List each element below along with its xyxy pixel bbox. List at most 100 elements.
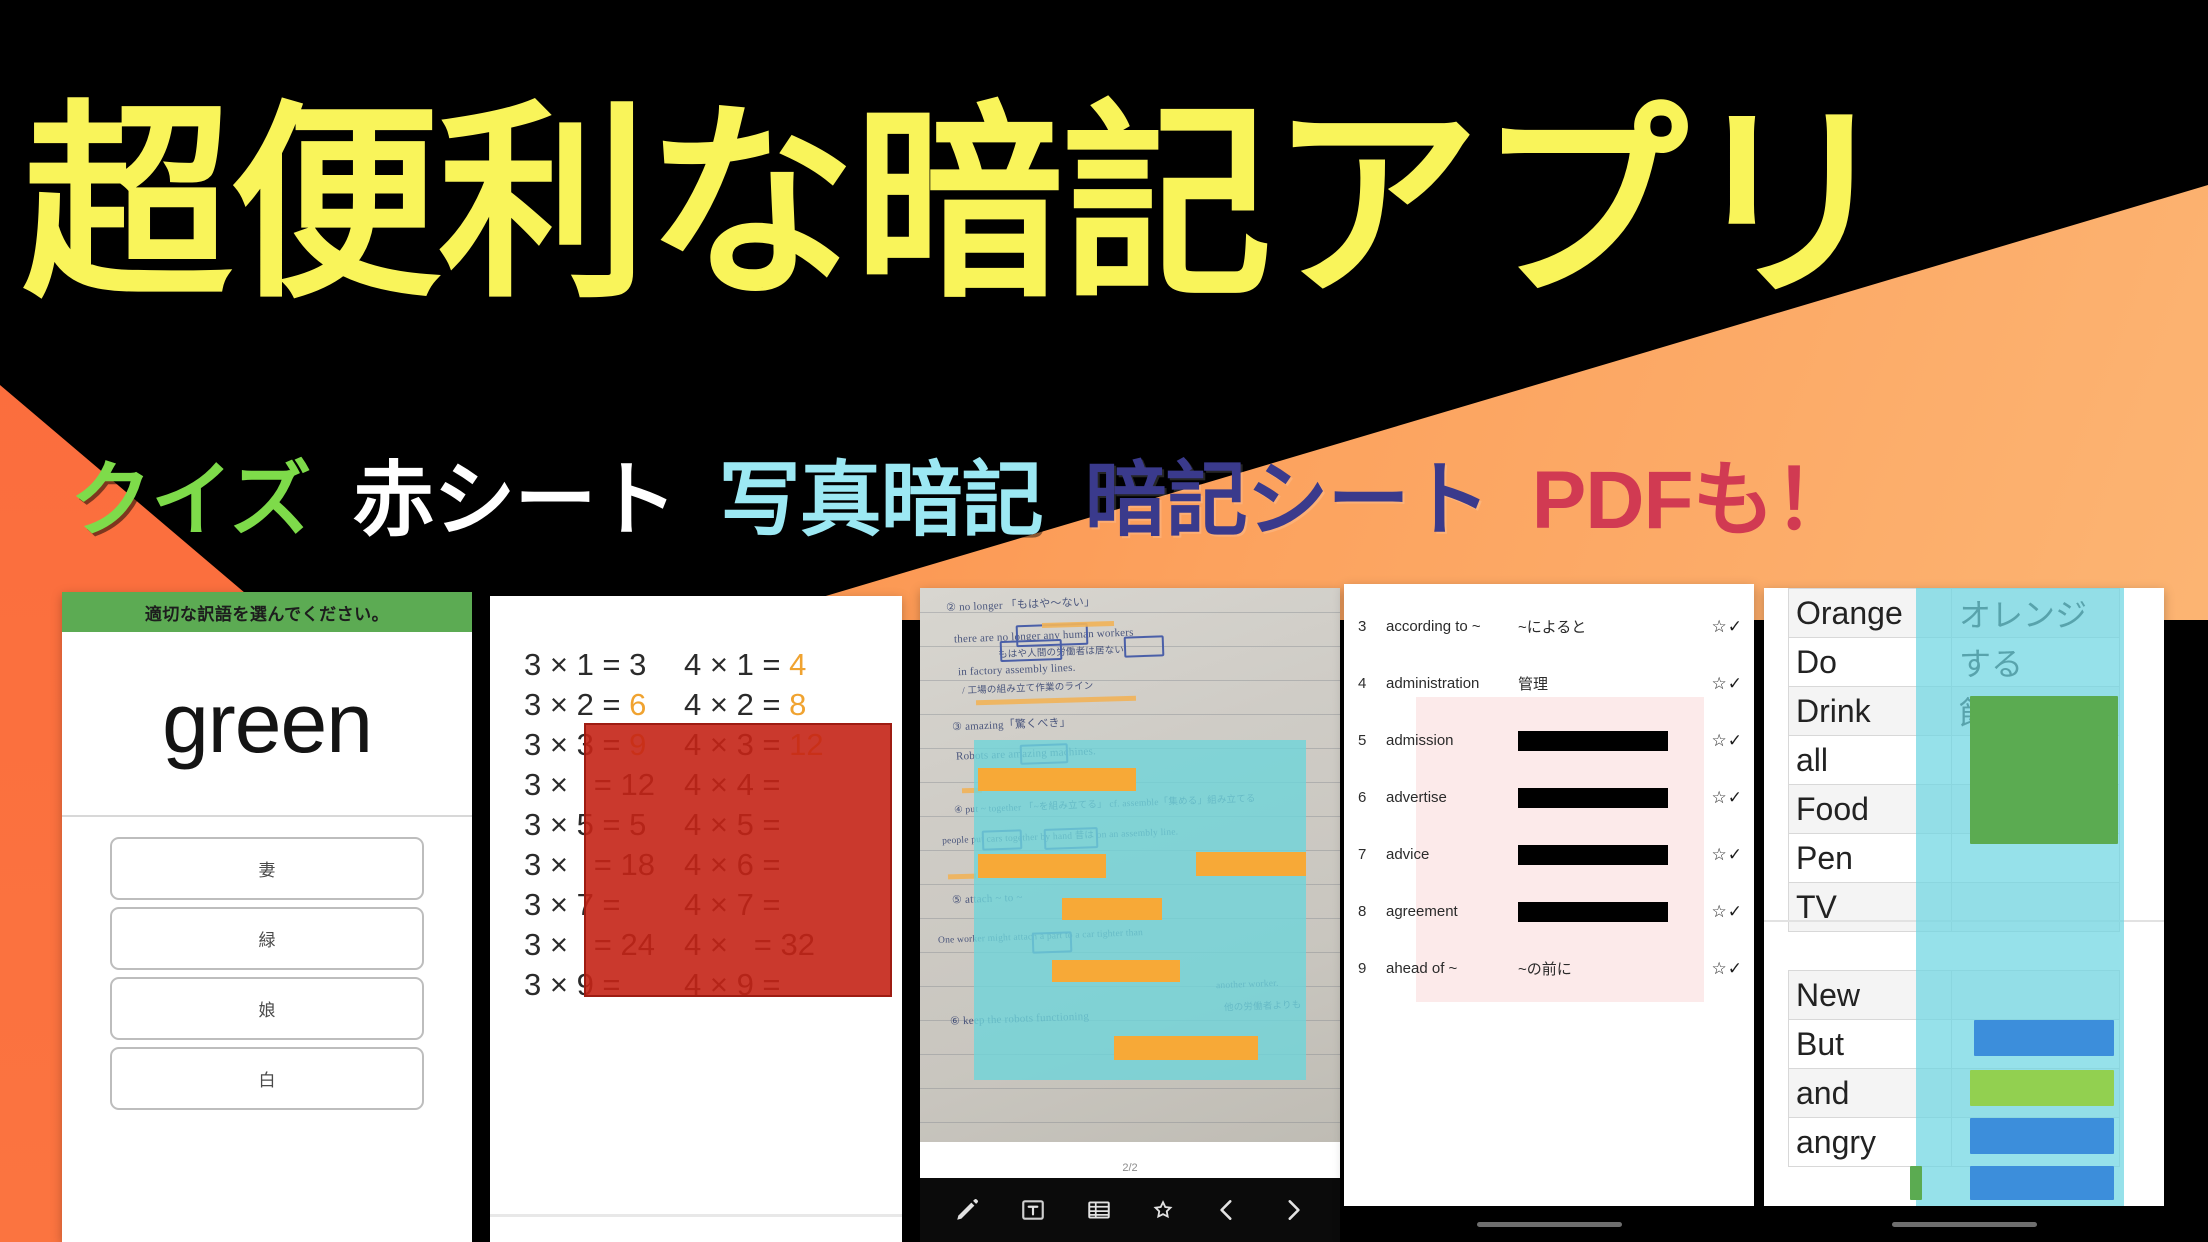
vocab-meaning: 管理 [1518, 676, 1549, 693]
vocab-row-marks: ☆ ✓ [1712, 845, 1743, 865]
mult-answer-left: 3 [629, 646, 647, 682]
notebook-photo[interactable]: ② no longer 「もはや〜ない」 there are no longer… [920, 588, 1340, 1142]
table-row[interactable]: 9 ahead of ~ ~の前に ☆ ✓ [1344, 940, 1754, 997]
pencil-icon[interactable] [954, 1197, 980, 1223]
mult-table-body: 3 × 1 = 3 4 × 1 = 4 3 × 2 = 6 4 × 2 = 83 × … [490, 596, 902, 1242]
feature-label-photo: 写真暗記 [718, 455, 1044, 546]
star-icon[interactable]: ☆ [1712, 674, 1727, 694]
check-icon[interactable]: ✓ [1728, 959, 1742, 979]
feature-label-memo-sheet: 暗記シート [1084, 455, 1491, 546]
star-icon[interactable]: ☆ [1712, 959, 1727, 979]
table-row[interactable]: 4 administration 管理 ☆ ✓ [1344, 655, 1754, 712]
page-title: 超便利な暗記アプリ [22, 87, 1896, 322]
star-icon[interactable]: ☆ [1712, 845, 1727, 865]
answer-bar[interactable] [1970, 1070, 2114, 1106]
vocab-row-marks: ☆ ✓ [1712, 731, 1743, 751]
vocab-term: according to ~ [1386, 618, 1481, 635]
vocab-row-marks: ☆ ✓ [1712, 959, 1743, 979]
check-icon[interactable]: ✓ [1728, 902, 1742, 922]
table-row[interactable]: 6 advertise ☆ ✓ [1344, 769, 1754, 826]
textbox-icon[interactable] [1020, 1197, 1046, 1223]
feature-subtitle-row: クイズ 赤シート 写真暗記 暗記シート PDFも！ [70, 448, 1856, 554]
home-bar [1891, 1221, 2037, 1227]
vocab-row-number: 8 [1358, 903, 1367, 920]
answer-bar[interactable] [1974, 1020, 2114, 1056]
answer-mask[interactable] [1062, 898, 1162, 920]
table-row[interactable]: 8 agreement ☆ ✓ [1344, 883, 1754, 940]
vocab-meaning [1518, 844, 1712, 865]
green-mask-block[interactable] [1970, 696, 2118, 844]
table-row[interactable]: 5 admission ☆ ✓ [1344, 712, 1754, 769]
table-row[interactable]: 3 according to ~ ~によると ☆ ✓ [1344, 598, 1754, 655]
answer-mask[interactable] [1052, 960, 1180, 982]
table-row[interactable]: 7 advice ☆ ✓ [1344, 826, 1754, 883]
meaning-mask[interactable] [1518, 730, 1668, 751]
answer-bar[interactable] [1970, 1118, 2114, 1154]
check-icon[interactable]: ✓ [1728, 788, 1742, 808]
quiz-word: green [162, 676, 373, 770]
meaning-mask[interactable] [1518, 901, 1668, 922]
next-icon[interactable] [1280, 1197, 1306, 1223]
answer-mask[interactable] [1114, 1036, 1258, 1060]
check-icon[interactable]: ✓ [1728, 674, 1742, 694]
vocab-row-marks: ☆ ✓ [1712, 674, 1743, 694]
vocab-meaning [1518, 730, 1712, 751]
feature-label-red-sheet: 赤シート [352, 455, 678, 546]
mult-answer-left: 6 [629, 686, 647, 722]
screenshot-photo-memo: ② no longer 「もはや〜ない」 there are no longer… [920, 588, 1340, 1242]
promo-banner: 超便利な暗記アプリ クイズ 赤シート 写真暗記 暗記シート PDFも！ 適切な訳… [0, 0, 2208, 1242]
star-icon[interactable]: ☆ [1712, 902, 1727, 922]
mult-answer-right: 8 [789, 686, 807, 722]
home-bar [1476, 1221, 1622, 1227]
vocab-row-number: 6 [1358, 789, 1367, 806]
star-icon[interactable]: ☆ [1712, 788, 1727, 808]
vocab-meaning: ~の前に [1518, 961, 1572, 978]
vocab-row-number: 5 [1358, 732, 1367, 749]
vocab-meaning: ~によると [1518, 619, 1587, 636]
screenshot-quiz: 適切な訳語を選んでください。 green 妻 緑 娘 白 [62, 592, 472, 1242]
check-icon[interactable]: ✓ [1728, 617, 1742, 637]
mult-expression-left: 3 × 2 = 6 [524, 686, 647, 722]
answer-mask[interactable] [1196, 852, 1306, 876]
page-indicator: 2/2 [920, 1162, 1340, 1176]
home-indicator-bar [1764, 1206, 2164, 1242]
vocab-row-marks: ☆ ✓ [1712, 902, 1743, 922]
vocab-term: administration [1386, 675, 1480, 692]
answer-bar[interactable] [1910, 1166, 1922, 1200]
quiz-option-1[interactable]: 妻 [110, 837, 424, 900]
mult-expression-left: 3 × 1 = 3 [524, 646, 647, 682]
quiz-option-2[interactable]: 緑 [110, 907, 424, 970]
feature-label-quiz: クイズ [70, 455, 312, 546]
cyan-column-overlay[interactable] [1916, 588, 2124, 1208]
prev-icon[interactable] [1214, 1197, 1240, 1223]
quiz-option-list: 妻 緑 娘 白 [62, 817, 472, 1110]
feature-label-pdf: PDFも！ [1531, 455, 1856, 546]
answer-mask[interactable] [978, 854, 1106, 878]
list-icon[interactable] [1086, 1197, 1112, 1223]
check-icon[interactable]: ✓ [1728, 845, 1742, 865]
answer-mask[interactable] [978, 768, 1136, 791]
handwriting-line: in factory assembly lines. [957, 661, 1076, 679]
check-icon[interactable]: ✓ [1728, 731, 1742, 751]
vocab-row-marks: ☆ ✓ [1712, 617, 1743, 637]
star-icon[interactable] [1152, 1199, 1174, 1221]
quiz-option-3[interactable]: 娘 [110, 977, 424, 1040]
star-icon[interactable]: ☆ [1712, 617, 1727, 637]
meaning-mask[interactable] [1518, 787, 1668, 808]
mult-row: 3 × 2 = 6 4 × 2 = 8 [524, 684, 902, 724]
star-icon[interactable]: ☆ [1712, 731, 1727, 751]
home-indicator-bar [1344, 1206, 1754, 1242]
quiz-option-4[interactable]: 白 [110, 1047, 424, 1110]
photo-toolbar [920, 1178, 1340, 1242]
mult-row: 3 × 1 = 3 4 × 1 = 4 [524, 644, 902, 684]
meaning-mask[interactable] [1518, 844, 1668, 865]
word-table-wrap: OrangeオレンジDoするDrink飲み物allFoodPenTV NewBu… [1764, 588, 2164, 1242]
mult-answer-right: 4 [789, 646, 807, 682]
screenshot-word-table: OrangeオレンジDoするDrink飲み物allFoodPenTV NewBu… [1764, 588, 2164, 1242]
vocab-row-number: 4 [1358, 675, 1367, 692]
mult-expression-right: 4 × 1 = 4 [684, 646, 807, 682]
answer-bar[interactable] [1970, 1166, 2114, 1200]
screenshot-red-sheet: 3 × 1 = 3 4 × 1 = 4 3 × 2 = 6 4 × 2 = 83 × … [490, 596, 902, 1242]
red-sheet-overlay[interactable] [584, 723, 892, 997]
vocab-term: ahead of ~ [1386, 960, 1458, 977]
